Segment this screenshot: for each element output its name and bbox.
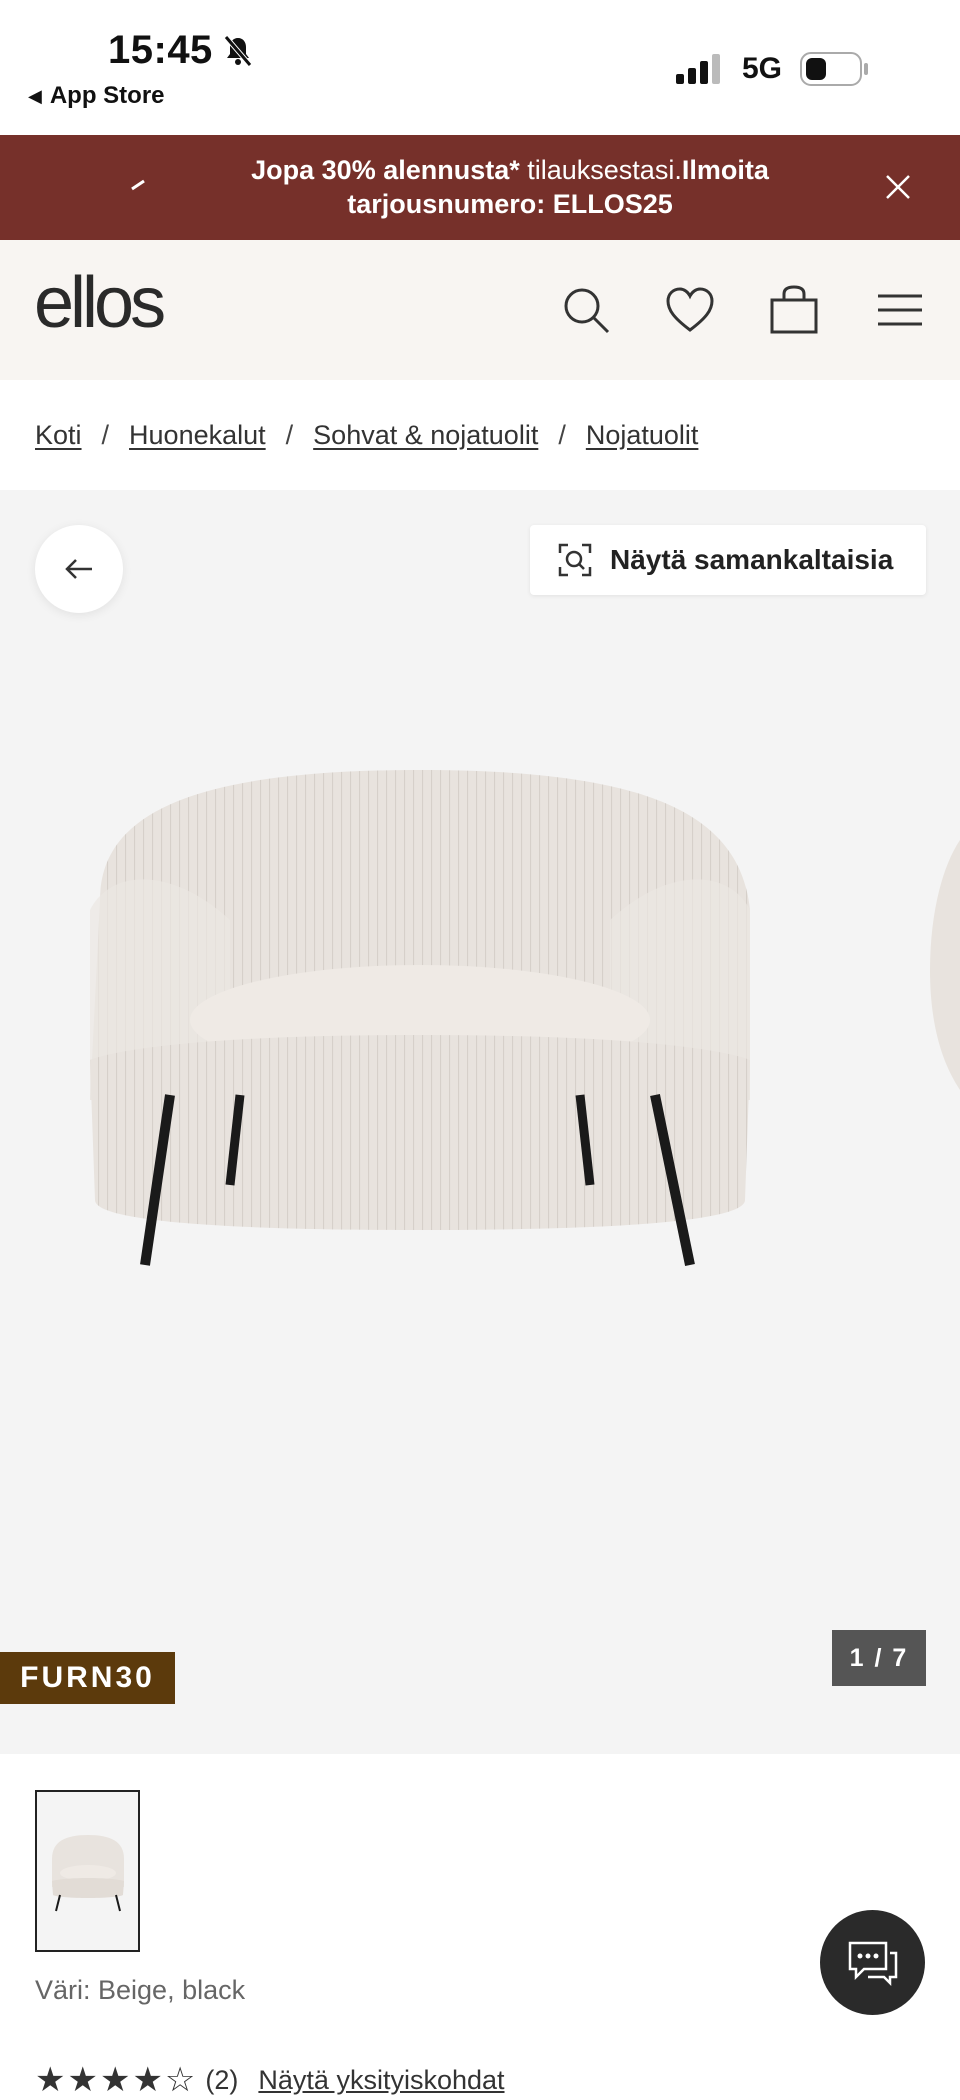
show-similar-label: Näytä samankaltaisia: [610, 544, 894, 575]
product-image-chair: [90, 770, 750, 1267]
product-image-gallery[interactable]: Näytä samankaltaisia FURN30 1 / 7: [0, 490, 960, 1754]
thumbnail-chair: [51, 1835, 124, 1912]
image-counter: 1 / 7: [832, 1630, 926, 1686]
rating-count: (2): [205, 2064, 239, 2095]
promo-regular: tilauksestasi.: [519, 155, 682, 185]
app-store-label: App Store: [49, 82, 165, 109]
product-rating: ★★★★☆ (2) Näytä yksityiskohdat: [35, 2060, 505, 2100]
status-bar: 15:45 ◀ App Store 5G: [0, 0, 960, 135]
shopping-bag-icon[interactable]: [768, 284, 820, 336]
status-time: 15:45: [108, 28, 253, 73]
back-triangle-icon: ◀: [28, 85, 42, 106]
bell-muted-icon: [223, 34, 252, 67]
signal-icon: [675, 54, 720, 84]
network-label: 5G: [741, 52, 782, 85]
slash-icon: [131, 179, 145, 191]
promo-code-tag: FURN30: [0, 1652, 175, 1704]
app-store-back-link[interactable]: ◀ App Store: [28, 82, 165, 110]
time-label: 15:45: [108, 28, 213, 72]
heart-icon[interactable]: [664, 284, 716, 336]
status-indicators: 5G: [675, 52, 870, 86]
ellos-logo[interactable]: ellos: [34, 262, 166, 344]
menu-icon[interactable]: [874, 284, 926, 336]
chat-icon: [848, 1941, 897, 1986]
arrow-left-icon: [65, 559, 92, 579]
breadcrumb-huonekalut[interactable]: Huonekalut: [129, 420, 266, 451]
site-header: ellos: [0, 240, 960, 380]
promo-text: Jopa 30% alennusta* tilauksestasi.Ilmoit…: [180, 153, 840, 221]
rating-details-link[interactable]: Näytä yksityiskohdat: [258, 2065, 504, 2096]
star-rating-icon: ★★★★☆: [35, 2061, 198, 2099]
visual-search-icon: [558, 543, 592, 577]
show-similar-button[interactable]: Näytä samankaltaisia: [530, 525, 926, 595]
close-icon[interactable]: [884, 173, 912, 201]
breadcrumb-separator: /: [558, 419, 566, 450]
promo-banner: Jopa 30% alennusta* tilauksestasi.Ilmoit…: [0, 135, 960, 240]
breadcrumb-koti[interactable]: Koti: [35, 420, 82, 451]
next-image-peek: [930, 840, 960, 1090]
breadcrumb: Koti / Huonekalut / Sohvat & nojatuolit …: [35, 400, 698, 470]
breadcrumb-nojatuolit[interactable]: Nojatuolit: [586, 420, 699, 451]
chat-button[interactable]: [820, 1910, 925, 2015]
breadcrumb-separator: /: [285, 419, 294, 450]
search-icon[interactable]: [560, 284, 612, 336]
breadcrumb-separator: /: [101, 419, 110, 450]
gallery-back-button[interactable]: [35, 525, 123, 613]
color-label: Väri: Beige, black: [35, 1975, 246, 2005]
promo-bold-1: Jopa 30% alennusta*: [251, 155, 520, 185]
battery-icon: [800, 52, 868, 86]
breadcrumb-sohvat[interactable]: Sohvat & nojatuolit: [313, 420, 538, 451]
thumbnail-image[interactable]: [35, 1790, 140, 1952]
